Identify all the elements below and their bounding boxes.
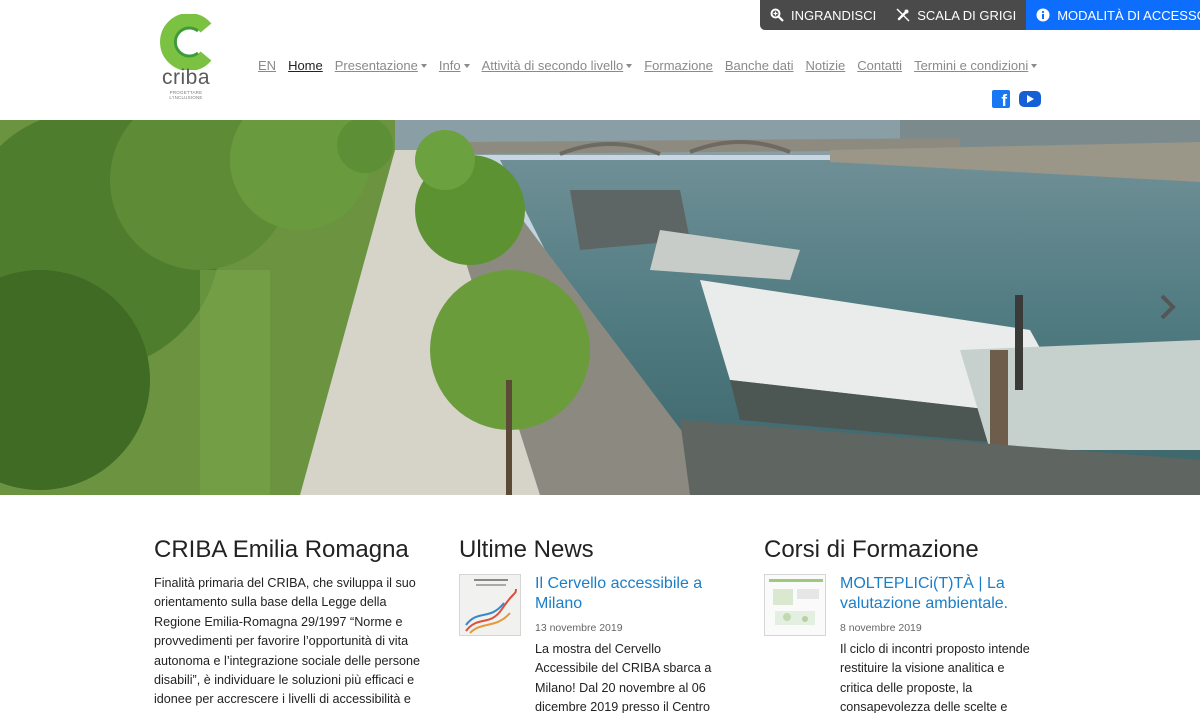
eyedropper-slash-icon — [896, 8, 910, 22]
nav-item-banche-dati[interactable]: Banche dati — [725, 58, 794, 73]
courses-title: Corsi di Formazione — [764, 536, 979, 563]
courses-section: Corsi di Formazione MOLTEPLICi(T)TÀ | La… — [764, 536, 1030, 713]
nav-item-formazione[interactable]: Formazione — [644, 58, 713, 73]
nav-item-home[interactable]: Home — [288, 58, 323, 73]
info-icon — [1036, 8, 1050, 22]
news-section: Ultime News Il Cervello accessibile a Mi… — [459, 536, 725, 713]
intro-text: Finalità primaria del CRIBA, che svilupp… — [154, 576, 421, 713]
nav-item-presentazione[interactable]: Presentazione — [335, 58, 427, 73]
grayscale-label: SCALA DI GRIGI — [917, 7, 1017, 23]
course-item: MOLTEPLICi(T)TÀ | La valutazione ambient… — [764, 574, 1030, 713]
hero-carousel — [0, 120, 1200, 495]
news-item-date: 13 novembre 2019 — [535, 622, 623, 635]
news-title: Ultime News — [459, 536, 594, 563]
caret-down-icon — [463, 63, 470, 68]
carousel-next-button[interactable] — [1158, 292, 1178, 322]
course-item-title[interactable]: MOLTEPLICi(T)TÀ | La valutazione ambient… — [840, 574, 1030, 613]
facebook-icon[interactable]: f — [992, 90, 1010, 108]
news-thumbnail[interactable] — [459, 574, 521, 636]
site-logo[interactable]: criba PROGETTARE L'INCLUSIONE — [154, 13, 218, 100]
news-item: Il Cervello accessibile a Milano 13 nove… — [459, 574, 725, 713]
nav-item-info[interactable]: Info — [439, 58, 470, 73]
news-item-title[interactable]: Il Cervello accessibile a Milano — [535, 574, 725, 613]
course-item-text: Il ciclo di incontri proposto intende re… — [840, 642, 1030, 713]
access-mode-label: MODALITÀ DI ACCESSO — [1057, 7, 1200, 23]
caret-down-icon — [626, 63, 633, 68]
intro-section: CRIBA Emilia Romagna Finalità primaria d… — [154, 536, 436, 713]
zoom-label: INGRANDISCI — [791, 7, 877, 23]
nav-item-notizie[interactable]: Notizie — [806, 58, 846, 73]
nav-item-en[interactable]: EN — [258, 58, 276, 73]
zoom-button[interactable]: INGRANDISCI — [760, 0, 887, 30]
criba-c-icon — [160, 13, 212, 71]
youtube-icon[interactable] — [1019, 91, 1041, 107]
caret-down-icon — [420, 63, 427, 68]
access-mode-dropdown[interactable]: MODALITÀ DI ACCESSO — [1026, 0, 1200, 30]
nav-item-contatti[interactable]: Contatti — [857, 58, 902, 73]
course-thumbnail[interactable] — [764, 574, 826, 636]
course-item-date: 8 novembre 2019 — [840, 622, 922, 635]
nav-item-termini[interactable]: Termini e condizioni — [914, 58, 1038, 73]
intro-title: CRIBA Emilia Romagna — [154, 536, 409, 563]
caret-down-icon — [1031, 63, 1038, 68]
news-item-text: La mostra del Cervello Accessibile del C… — [535, 642, 712, 713]
hero-image — [0, 120, 1200, 495]
main-nav: EN Home Presentazione Info Attività di s… — [258, 58, 1049, 73]
logo-wordmark: criba — [161, 66, 211, 89]
logo-tagline: PROGETTARE L'INCLUSIONE — [169, 90, 203, 100]
magnifier-icon — [770, 8, 784, 22]
chevron-right-icon — [1160, 294, 1176, 320]
grayscale-button[interactable]: SCALA DI GRIGI — [886, 0, 1027, 30]
social-links: f — [992, 90, 1041, 108]
nav-item-attivita[interactable]: Attività di secondo livello — [482, 58, 633, 73]
accessibility-toolbar: INGRANDISCI SCALA DI GRIGI MODALITÀ DI A… — [760, 0, 1200, 30]
